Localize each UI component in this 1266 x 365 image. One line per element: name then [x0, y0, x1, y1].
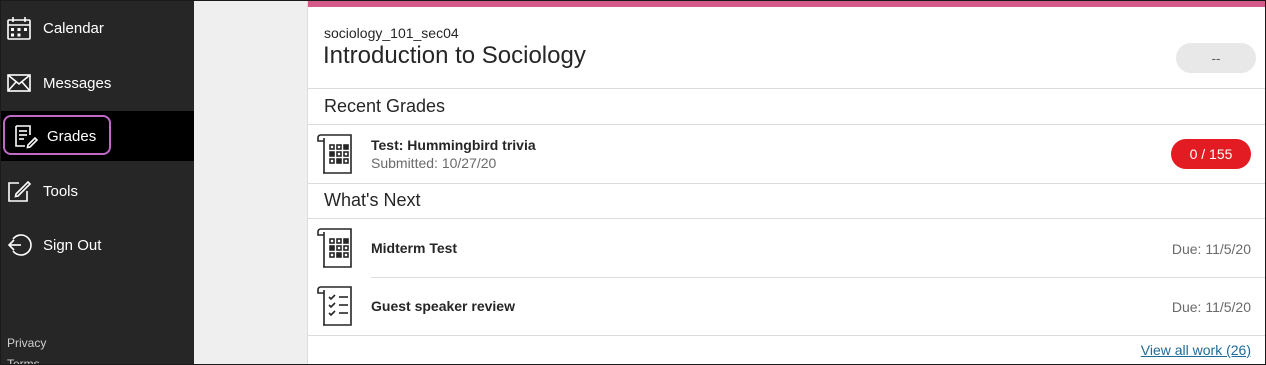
- divider: [308, 124, 1265, 125]
- grades-icon: [12, 123, 38, 149]
- sidebar: Calendar Messages Grades Tools Sign Out …: [1, 1, 194, 364]
- sidebar-item-messages[interactable]: Messages: [1, 58, 194, 108]
- test-icon: [317, 227, 357, 269]
- row-title[interactable]: Midterm Test: [371, 240, 457, 256]
- privacy-link[interactable]: Privacy: [7, 336, 46, 350]
- envelope-icon: [6, 70, 32, 96]
- whats-next-heading: What's Next: [324, 190, 421, 210]
- background-column: [194, 1, 307, 364]
- divider: [308, 183, 1265, 184]
- sidebar-item-calendar[interactable]: Calendar: [1, 3, 194, 53]
- edit-square-icon: [6, 178, 32, 204]
- sidebar-item-tools[interactable]: Tools: [1, 166, 194, 216]
- row-title[interactable]: Guest speaker review: [371, 298, 515, 314]
- course-title[interactable]: Introduction to Sociology: [323, 42, 586, 70]
- view-all-work-link[interactable]: View all work (26): [1141, 342, 1251, 358]
- app-frame: Calendar Messages Grades Tools Sign Out …: [0, 0, 1266, 365]
- course-card: sociology_101_sec04 Introduction to Soci…: [307, 1, 1265, 364]
- calendar-icon: [6, 15, 32, 41]
- terms-link[interactable]: Terms: [7, 357, 40, 364]
- recent-grades-heading: Recent Grades: [324, 96, 446, 116]
- divider: [308, 335, 1265, 336]
- divider: [308, 218, 1265, 219]
- course-accent-bar: [308, 1, 1265, 7]
- sidebar-item-sign-out[interactable]: Sign Out: [1, 220, 194, 270]
- row-title[interactable]: Test: Hummingbird trivia: [371, 137, 536, 153]
- overall-grade-pill[interactable]: --: [1176, 43, 1256, 73]
- sidebar-item-grades[interactable]: Grades: [1, 111, 194, 161]
- due-date: Due: 11/5/20: [1171, 241, 1251, 257]
- divider: [371, 277, 1265, 278]
- due-date: Due: 11/5/20: [1171, 299, 1251, 315]
- sidebar-item-label: Tools: [43, 182, 79, 200]
- test-icon: [317, 133, 357, 175]
- score-badge[interactable]: 0 / 155: [1171, 139, 1251, 169]
- sidebar-item-label: Grades: [47, 127, 97, 145]
- sidebar-item-label: Sign Out: [43, 236, 102, 254]
- sign-out-icon: [6, 232, 32, 258]
- checklist-icon: [317, 285, 357, 327]
- divider: [308, 88, 1265, 89]
- sidebar-item-label: Messages: [43, 74, 112, 92]
- sidebar-item-label: Calendar: [43, 19, 104, 37]
- submitted-date: Submitted: 10/27/20: [371, 155, 497, 171]
- course-code: sociology_101_sec04: [324, 25, 459, 41]
